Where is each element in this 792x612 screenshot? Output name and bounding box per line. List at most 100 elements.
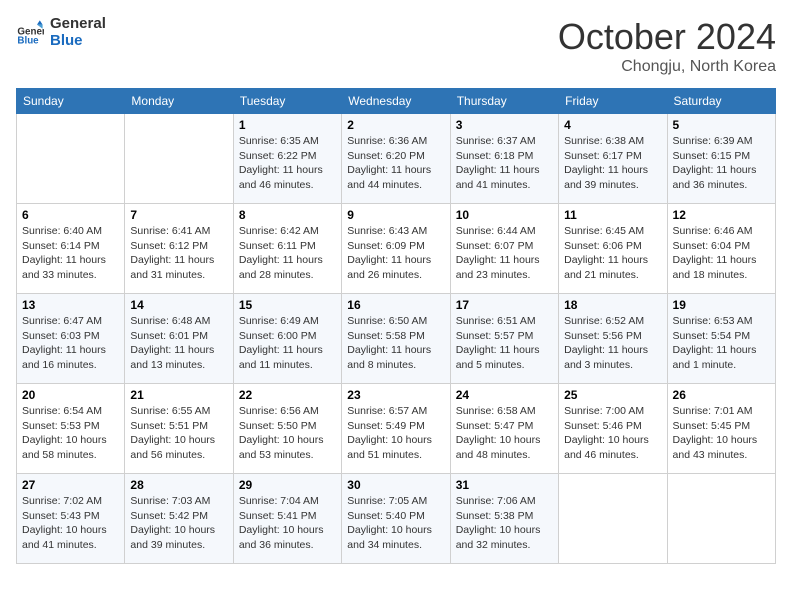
day-cell: 4 Sunrise: 6:38 AMSunset: 6:17 PMDaylight… [559,114,667,204]
location: Chongju, North Korea [558,58,776,76]
logo-line1: General [50,16,106,33]
day-number: 31 [456,478,553,492]
col-sunday: Sunday [17,89,125,114]
day-cell: 26 Sunrise: 7:01 AMSunset: 5:45 PMDayligh… [667,384,775,474]
week-row-3: 13 Sunrise: 6:47 AMSunset: 6:03 PMDayligh… [17,294,776,384]
day-info: Sunrise: 6:36 AMSunset: 6:20 PMDaylight:… [347,134,444,193]
logo: General Blue General Blue [16,16,106,49]
day-cell [125,114,233,204]
day-number: 2 [347,118,444,132]
day-info: Sunrise: 6:35 AMSunset: 6:22 PMDaylight:… [239,134,336,193]
day-info: Sunrise: 6:58 AMSunset: 5:47 PMDaylight:… [456,404,553,463]
col-tuesday: Tuesday [233,89,341,114]
day-info: Sunrise: 7:04 AMSunset: 5:41 PMDaylight:… [239,494,336,553]
day-number: 12 [673,208,770,222]
day-info: Sunrise: 6:51 AMSunset: 5:57 PMDaylight:… [456,314,553,373]
day-number: 13 [22,298,119,312]
day-cell: 2 Sunrise: 6:36 AMSunset: 6:20 PMDaylight… [342,114,450,204]
day-info: Sunrise: 6:46 AMSunset: 6:04 PMDaylight:… [673,224,770,283]
day-cell: 24 Sunrise: 6:58 AMSunset: 5:47 PMDayligh… [450,384,558,474]
col-monday: Monday [125,89,233,114]
day-info: Sunrise: 7:00 AMSunset: 5:46 PMDaylight:… [564,404,661,463]
day-number: 22 [239,388,336,402]
day-cell [17,114,125,204]
day-number: 17 [456,298,553,312]
day-number: 30 [347,478,444,492]
day-cell: 13 Sunrise: 6:47 AMSunset: 6:03 PMDayligh… [17,294,125,384]
day-cell: 25Sunrise: 7:00 AMSunset: 5:46 PMDayligh… [559,384,667,474]
day-number: 16 [347,298,444,312]
col-saturday: Saturday [667,89,775,114]
day-cell: 31Sunrise: 7:06 AMSunset: 5:38 PMDayligh… [450,474,558,564]
day-cell: 6 Sunrise: 6:40 AMSunset: 6:14 PMDaylight… [17,204,125,294]
day-number: 26 [673,388,770,402]
day-cell: 20 Sunrise: 6:54 AMSunset: 5:53 PMDayligh… [17,384,125,474]
day-cell: 21Sunrise: 6:55 AMSunset: 5:51 PMDayligh… [125,384,233,474]
day-number: 29 [239,478,336,492]
day-info: Sunrise: 6:37 AMSunset: 6:18 PMDaylight:… [456,134,553,193]
day-info: Sunrise: 6:48 AMSunset: 6:01 PMDaylight:… [130,314,227,373]
day-cell: 12 Sunrise: 6:46 AMSunset: 6:04 PMDayligh… [667,204,775,294]
title-block: October 2024 Chongju, North Korea [558,16,776,76]
day-cell: 28 Sunrise: 7:03 AMSunset: 5:42 PMDayligh… [125,474,233,564]
day-info: Sunrise: 7:03 AMSunset: 5:42 PMDaylight:… [130,494,227,553]
col-wednesday: Wednesday [342,89,450,114]
day-info: Sunrise: 6:49 AMSunset: 6:00 PMDaylight:… [239,314,336,373]
day-number: 19 [673,298,770,312]
day-cell: 22 Sunrise: 6:56 AMSunset: 5:50 PMDayligh… [233,384,341,474]
day-number: 20 [22,388,119,402]
day-number: 4 [564,118,661,132]
day-info: Sunrise: 7:02 AMSunset: 5:43 PMDaylight:… [22,494,119,553]
day-number: 1 [239,118,336,132]
day-info: Sunrise: 6:44 AMSunset: 6:07 PMDaylight:… [456,224,553,283]
day-number: 18 [564,298,661,312]
day-number: 23 [347,388,444,402]
day-info: Sunrise: 6:38 AMSunset: 6:17 PMDaylight:… [564,134,661,193]
day-cell: 30Sunrise: 7:05 AMSunset: 5:40 PMDayligh… [342,474,450,564]
day-number: 28 [130,478,227,492]
day-info: Sunrise: 6:56 AMSunset: 5:50 PMDaylight:… [239,404,336,463]
day-cell: 3 Sunrise: 6:37 AMSunset: 6:18 PMDaylight… [450,114,558,204]
col-thursday: Thursday [450,89,558,114]
day-info: Sunrise: 6:42 AMSunset: 6:11 PMDaylight:… [239,224,336,283]
week-row-1: 1 Sunrise: 6:35 AMSunset: 6:22 PMDaylight… [17,114,776,204]
day-cell: 1 Sunrise: 6:35 AMSunset: 6:22 PMDaylight… [233,114,341,204]
day-cell: 10 Sunrise: 6:44 AMSunset: 6:07 PMDayligh… [450,204,558,294]
week-row-4: 20 Sunrise: 6:54 AMSunset: 5:53 PMDayligh… [17,384,776,474]
day-cell: 17 Sunrise: 6:51 AMSunset: 5:57 PMDayligh… [450,294,558,384]
day-cell: 14 Sunrise: 6:48 AMSunset: 6:01 PMDayligh… [125,294,233,384]
day-info: Sunrise: 6:45 AMSunset: 6:06 PMDaylight:… [564,224,661,283]
day-info: Sunrise: 6:57 AMSunset: 5:49 PMDaylight:… [347,404,444,463]
day-info: Sunrise: 6:40 AMSunset: 6:14 PMDaylight:… [22,224,119,283]
day-number: 15 [239,298,336,312]
day-number: 14 [130,298,227,312]
calendar-table: Sunday Monday Tuesday Wednesday Thursday… [16,88,776,564]
day-cell [667,474,775,564]
header-row: Sunday Monday Tuesday Wednesday Thursday… [17,89,776,114]
day-info: Sunrise: 6:54 AMSunset: 5:53 PMDaylight:… [22,404,119,463]
week-row-5: 27Sunrise: 7:02 AMSunset: 5:43 PMDayligh… [17,474,776,564]
day-number: 10 [456,208,553,222]
day-number: 7 [130,208,227,222]
day-cell: 18 Sunrise: 6:52 AMSunset: 5:56 PMDayligh… [559,294,667,384]
day-info: Sunrise: 6:53 AMSunset: 5:54 PMDaylight:… [673,314,770,373]
day-cell [559,474,667,564]
day-cell: 16 Sunrise: 6:50 AMSunset: 5:58 PMDayligh… [342,294,450,384]
logo-line2: Blue [50,33,106,50]
day-info: Sunrise: 6:39 AMSunset: 6:15 PMDaylight:… [673,134,770,193]
day-cell: 27Sunrise: 7:02 AMSunset: 5:43 PMDayligh… [17,474,125,564]
day-info: Sunrise: 7:01 AMSunset: 5:45 PMDaylight:… [673,404,770,463]
day-number: 5 [673,118,770,132]
week-row-2: 6 Sunrise: 6:40 AMSunset: 6:14 PMDaylight… [17,204,776,294]
day-info: Sunrise: 6:47 AMSunset: 6:03 PMDaylight:… [22,314,119,373]
day-info: Sunrise: 6:50 AMSunset: 5:58 PMDaylight:… [347,314,444,373]
day-number: 3 [456,118,553,132]
day-cell: 29 Sunrise: 7:04 AMSunset: 5:41 PMDayligh… [233,474,341,564]
day-info: Sunrise: 6:52 AMSunset: 5:56 PMDaylight:… [564,314,661,373]
day-number: 24 [456,388,553,402]
logo-icon: General Blue [16,19,44,47]
day-number: 8 [239,208,336,222]
day-cell: 9Sunrise: 6:43 AMSunset: 6:09 PMDaylight… [342,204,450,294]
day-number: 6 [22,208,119,222]
day-cell: 11Sunrise: 6:45 AMSunset: 6:06 PMDayligh… [559,204,667,294]
